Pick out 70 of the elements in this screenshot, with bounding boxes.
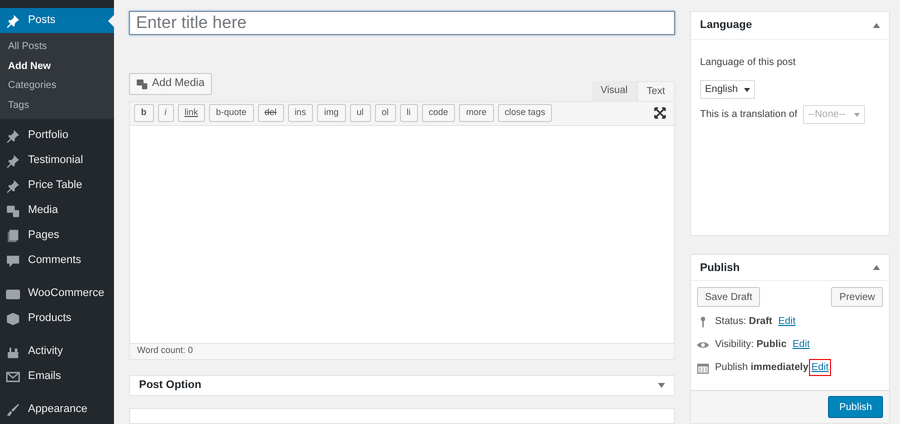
sidebar-item[interactable]: Products — [0, 306, 114, 331]
pin-icon — [6, 154, 20, 168]
paintbrush-icon — [6, 402, 20, 416]
format-button[interactable]: code — [422, 104, 456, 122]
submenu-item[interactable]: Tags — [0, 96, 114, 115]
panel-title: Post Option — [139, 378, 202, 393]
edit-link[interactable]: Edit — [809, 359, 831, 376]
current-item-pointer — [108, 15, 114, 27]
field-label: This is a translation of — [700, 108, 798, 122]
format-button[interactable]: del — [258, 104, 284, 122]
editor-tab[interactable]: Visual — [592, 80, 637, 101]
sidebar-item[interactable]: Pages — [0, 223, 114, 248]
format-button[interactable]: more — [459, 104, 494, 122]
format-button[interactable]: ins — [288, 104, 314, 122]
media-icon — [6, 204, 20, 218]
word-count: Word count: 0 — [137, 344, 193, 358]
sidebar-item[interactable]: Portfolio — [0, 123, 114, 148]
format-button[interactable]: img — [317, 104, 346, 122]
activity-icon — [6, 344, 20, 358]
sidebar-item[interactable]: WooCommerce — [0, 281, 114, 306]
sidebar-item[interactable]: Emails — [0, 364, 114, 389]
format-button[interactable]: li — [400, 104, 418, 122]
pages-icon — [6, 228, 20, 242]
preview-button[interactable]: Preview — [831, 287, 883, 308]
submenu-item[interactable]: Add New — [0, 56, 114, 76]
toggle-icon[interactable] — [873, 265, 880, 270]
format-button[interactable]: b — [134, 104, 154, 122]
add-media-button[interactable]: Add Media — [129, 72, 212, 95]
status-text: Status: Draft — [715, 315, 772, 330]
edit-link[interactable]: Edit — [778, 314, 796, 330]
caret-icon — [854, 112, 860, 116]
panel-title: Publish — [700, 260, 740, 276]
editor-tab[interactable]: Text — [636, 80, 675, 101]
status-text: Publish immediately — [715, 361, 808, 376]
edit-link[interactable]: Edit — [792, 337, 810, 352]
format-button[interactable]: ul — [350, 104, 371, 122]
sidebar-item[interactable]: Comments — [0, 248, 114, 273]
speech-bubble-icon — [6, 254, 20, 268]
language-dropdown[interactable]: English — [700, 80, 755, 99]
sidebar-item[interactable]: Price Table — [0, 173, 114, 198]
format-button[interactable]: link — [178, 104, 206, 122]
pin-icon — [6, 178, 20, 192]
sidebar-item[interactable]: Activity — [0, 339, 114, 364]
pin-icon — [6, 14, 20, 28]
calendar-icon — [697, 362, 709, 374]
media-icon — [136, 78, 148, 90]
sidebar-item[interactable]: Media — [0, 198, 114, 223]
field-label: Language of this post — [700, 56, 797, 70]
envelope-icon — [6, 370, 20, 384]
save-draft-button[interactable]: Save Draft — [697, 287, 760, 308]
status-text: Visibility: Public — [715, 338, 787, 352]
submenu-item[interactable]: Categories — [0, 76, 114, 96]
box-icon — [6, 312, 20, 326]
format-button[interactable]: close tags — [498, 104, 552, 122]
fullscreen-icon[interactable] — [654, 107, 666, 120]
title-field[interactable]: Enter title here — [129, 11, 675, 35]
sidebar-item[interactable]: Testimonial — [0, 148, 114, 173]
toggle-icon[interactable] — [873, 23, 880, 28]
post-option-panel[interactable]: Post Option — [129, 374, 675, 396]
format-button[interactable]: i — [158, 104, 174, 122]
panel-title: Language — [700, 18, 752, 34]
format-button[interactable]: b-quote — [209, 104, 254, 122]
pin-icon — [6, 128, 20, 142]
format-button[interactable]: ol — [374, 104, 396, 122]
toggle-icon[interactable] — [658, 382, 665, 388]
caret-icon — [744, 88, 750, 92]
sidebar-item[interactable]: Posts — [0, 8, 114, 33]
submenu-item[interactable]: All Posts — [0, 37, 114, 56]
sidebar-item[interactable]: Appearance — [0, 397, 114, 422]
publish-button[interactable]: Publish — [828, 396, 883, 418]
